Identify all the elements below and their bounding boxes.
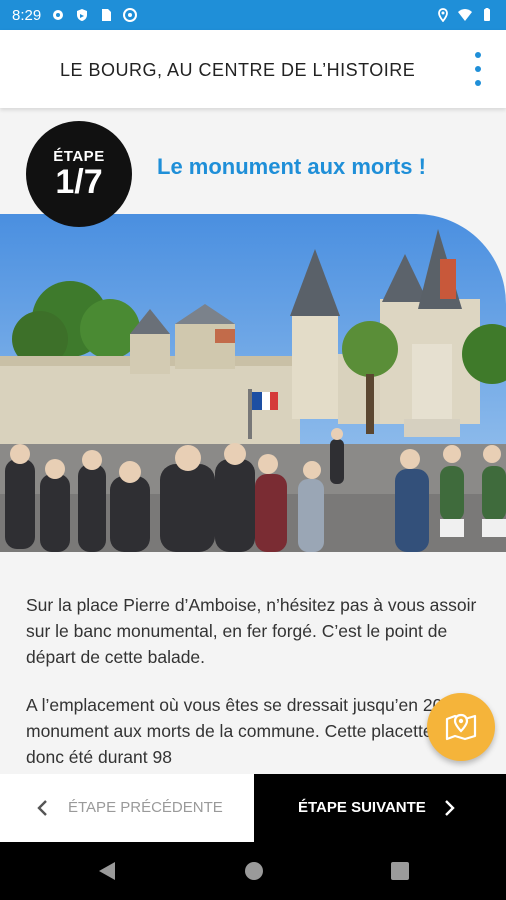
at-sign-icon <box>123 8 138 22</box>
status-time: 8:29 <box>12 6 42 24</box>
content-scroll[interactable]: ÉTAPE 1/7 Le monument aux morts ! Sur la… <box>0 108 506 774</box>
previous-stage-button[interactable]: ÉTAPE PRÉCÉDENTE <box>0 774 254 842</box>
more-vert-icon[interactable] <box>468 52 488 86</box>
map-button[interactable] <box>427 693 495 761</box>
stage-navigation: ÉTAPE PRÉCÉDENTE ÉTAPE SUIVANTE <box>0 774 506 842</box>
paragraph-2: A l’emplacement où vous êtes se dressait… <box>26 695 481 767</box>
home-icon[interactable] <box>244 861 264 881</box>
wifi-icon <box>458 9 472 21</box>
stage-title: Le monument aux morts ! <box>157 154 426 179</box>
previous-stage-label: ÉTAPE PRÉCÉDENTE <box>68 799 223 816</box>
map-pin-icon <box>445 713 477 741</box>
location-icon <box>438 8 448 22</box>
next-stage-button[interactable]: ÉTAPE SUIVANTE <box>254 774 506 842</box>
app-bar: LE BOURG, AU CENTRE DE L’HISTOIRE <box>0 30 506 108</box>
gear-icon <box>53 10 64 20</box>
next-stage-label: ÉTAPE SUIVANTE <box>298 799 426 816</box>
paragraph-1: Sur la place Pierre d’Amboise, n’hésitez… <box>26 595 477 667</box>
back-icon[interactable] <box>97 861 117 881</box>
recents-icon[interactable] <box>390 861 410 881</box>
stage-badge: ÉTAPE 1/7 <box>26 121 132 227</box>
sim-card-icon <box>102 9 112 21</box>
battery-icon <box>484 8 490 21</box>
chevron-left-icon <box>37 800 47 816</box>
chevron-right-icon <box>445 800 455 816</box>
page-title: LE BOURG, AU CENTRE DE L’HISTOIRE <box>60 60 416 80</box>
status-bar: 8:29 <box>0 0 506 30</box>
shield-icon <box>77 9 88 21</box>
stage-number: 1/7 <box>55 163 103 201</box>
monument-square-photo <box>0 214 506 552</box>
system-navigation-bar <box>0 842 506 900</box>
